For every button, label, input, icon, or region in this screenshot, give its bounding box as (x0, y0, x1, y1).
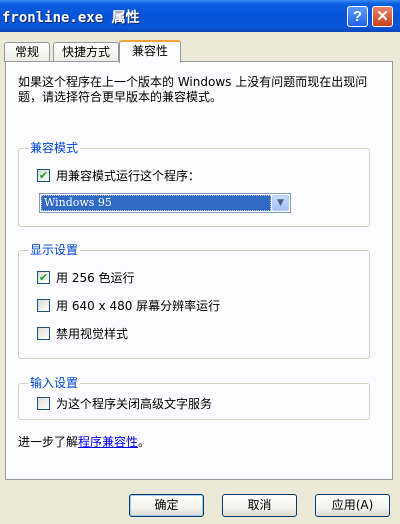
properties-dialog: fronline.exe 属性 ? ✕ 常规 快捷方式 兼容性 如果这个程序在上… (0, 0, 400, 524)
256-colors-label: 用 256 色运行 (56, 271, 135, 285)
compat-mode-group-title: 兼容模式 (28, 140, 81, 156)
text-services-checkbox[interactable] (37, 397, 50, 410)
cancel-button[interactable]: 取消 (222, 494, 297, 517)
ok-button[interactable]: 确定 (129, 494, 204, 517)
intro-text: 如果这个程序在上一个版本的 Windows 上没有问题而现在出现问题，请选择符合… (18, 75, 368, 104)
disable-visual-themes-checkbox[interactable] (37, 327, 50, 340)
640x480-checkbox[interactable] (37, 299, 50, 312)
close-icon: ✕ (376, 8, 389, 25)
learn-more-line: 进一步了解程序兼容性。 (18, 434, 150, 450)
help-icon: ? (352, 8, 363, 25)
os-version-select[interactable]: Windows 95 ▼ (39, 193, 291, 213)
learn-more-suffix: 。 (138, 435, 151, 449)
tab-compatibility[interactable]: 兼容性 (119, 40, 181, 63)
chevron-down-icon[interactable]: ▼ (272, 195, 289, 211)
close-button[interactable]: ✕ (372, 6, 393, 27)
display-settings-group-title: 显示设置 (28, 242, 81, 258)
compat-mode-checkbox[interactable]: ✔ (37, 169, 50, 182)
window-title: fronline.exe 属性 (2, 10, 140, 26)
os-version-value: Windows 95 (41, 195, 271, 211)
compat-mode-group: 兼容模式 (18, 140, 370, 227)
apply-button[interactable]: 应用(A) (315, 494, 390, 517)
help-button[interactable]: ? (347, 6, 368, 27)
title-bar[interactable]: fronline.exe 属性 ? ✕ (0, 0, 400, 32)
compatibility-help-link[interactable]: 程序兼容性 (78, 435, 138, 449)
tab-shortcut[interactable]: 快捷方式 (53, 42, 119, 62)
256-colors-checkbox[interactable]: ✔ (37, 271, 50, 284)
compat-mode-label: 用兼容模式运行这个程序： (56, 169, 201, 183)
learn-more-prefix: 进一步了解 (18, 435, 79, 449)
tab-general[interactable]: 常规 (4, 42, 50, 62)
input-settings-group-title: 输入设置 (28, 375, 81, 391)
disable-visual-themes-label: 禁用视觉样式 (56, 327, 129, 341)
640x480-label: 用 640 x 480 屏幕分辨率运行 (56, 299, 221, 313)
text-services-label: 为这个程序关闭高级文字服务 (56, 397, 213, 411)
